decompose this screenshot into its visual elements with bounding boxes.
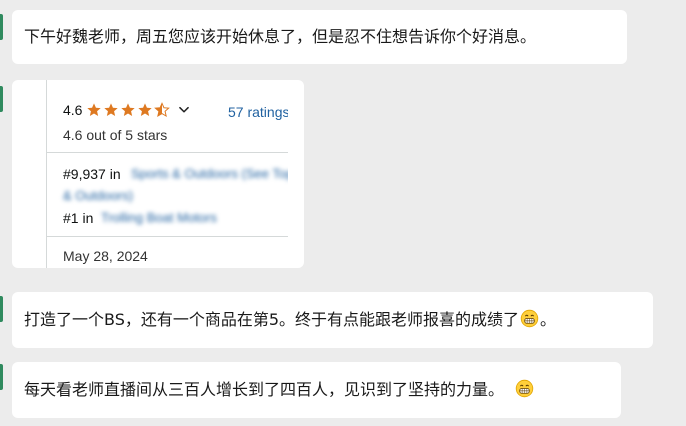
avatar[interactable] (0, 86, 3, 112)
message-bubble[interactable]: 下午好魏老师，周五您应该开始休息了，但是忍不住想告诉你个好消息。 (12, 10, 627, 64)
rank-category-blurred: Trolling Boat Motors (101, 210, 217, 225)
rank-prefix: #1 in (63, 210, 94, 226)
chevron-down-icon[interactable] (177, 103, 191, 117)
rank-category-blurred: Sports & Outdoors (See Top 100 in Sports (131, 166, 288, 181)
message-text: 下午好魏老师，周五您应该开始休息了，但是忍不住想告诉你个好消息。 (24, 27, 537, 46)
rating-row: 4.6 (63, 102, 191, 118)
message-text-part: 。 (540, 310, 557, 329)
rank-prefix: #9,937 in (63, 166, 121, 182)
star-icon (104, 103, 119, 116)
best-sellers-rank: #9,937 in (63, 166, 121, 182)
message-text: 每天看老师直播间从三百人增长到了四百人，见识到了坚持的力量。 (24, 379, 535, 401)
ratings-count-link[interactable]: 57 ratings (228, 104, 288, 120)
message-text-part: 打造了一个BS，还有一个商品在第5。终于有点能跟老师报喜的成绩了 (24, 310, 520, 329)
star-icon (87, 103, 102, 116)
avatar[interactable] (0, 14, 3, 40)
half-star-icon (154, 102, 171, 118)
rating-summary: 4.6 out of 5 stars (63, 127, 168, 143)
image-message[interactable]: 4.6 57 ratings 4.6 out of 5 stars #9,937… (12, 80, 304, 268)
avatar[interactable] (0, 364, 3, 390)
star-icon (121, 103, 136, 116)
message-bubble[interactable]: 每天看老师直播间从三百人增长到了四百人，见识到了坚持的力量。 (12, 362, 621, 418)
date-first-available: May 28, 2024 (63, 248, 148, 264)
star-icon (138, 103, 153, 116)
grinning-face-emoji-icon (520, 309, 539, 328)
message-text: 打造了一个BS，还有一个商品在第5。终于有点能跟老师报喜的成绩了 。 (24, 309, 556, 331)
avatar[interactable] (0, 296, 3, 322)
star-rating (86, 102, 171, 118)
rating-value: 4.6 (63, 102, 83, 118)
message-bubble[interactable]: 打造了一个BS，还有一个商品在第5。终于有点能跟老师报喜的成绩了 。 (12, 292, 653, 348)
message-text-part: 每天看老师直播间从三百人增长到了四百人，见识到了坚持的力量。 (24, 380, 505, 399)
divider (46, 80, 47, 268)
rank-category-blurred: & Outdoors) (63, 188, 134, 203)
product-details-screenshot: 4.6 57 ratings 4.6 out of 5 stars #9,937… (18, 80, 288, 268)
grinning-face-emoji-icon (515, 379, 534, 398)
divider (46, 236, 288, 237)
divider (46, 152, 288, 153)
category-rank: #1 in (63, 210, 93, 226)
